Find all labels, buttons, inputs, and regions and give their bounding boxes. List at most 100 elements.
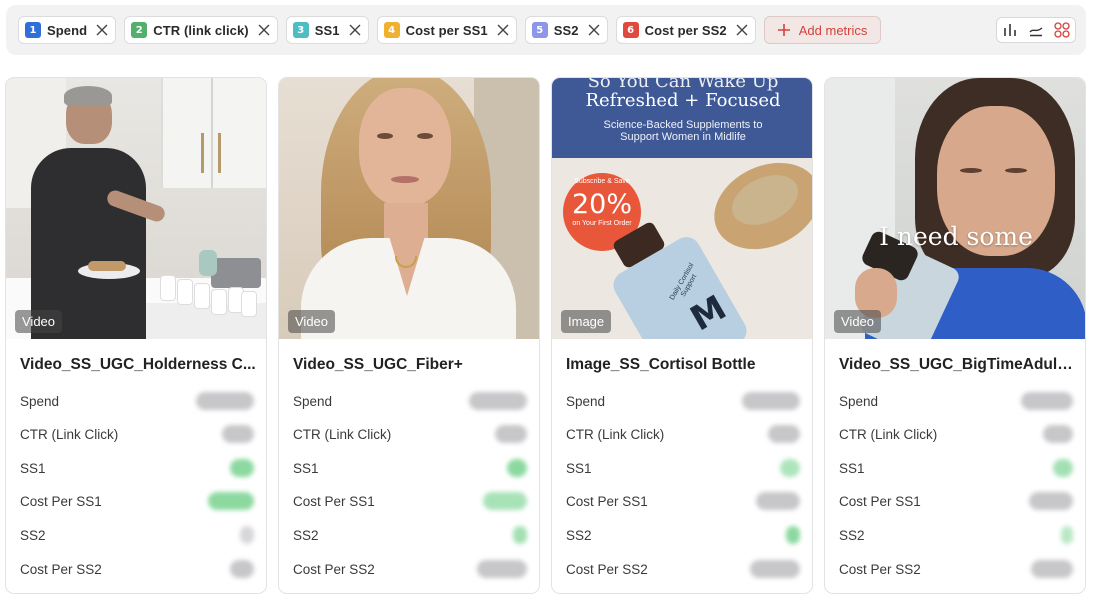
metric-chip-label: CTR (link click) [153, 22, 249, 38]
close-icon[interactable] [96, 24, 108, 36]
media-type-badge: Video [834, 310, 882, 333]
metric-chip-ctr[interactable]: 2 CTR (link click) [124, 16, 278, 44]
metric-value-blurred [1031, 560, 1073, 578]
ad-thumbnail[interactable]: I need some Video [825, 78, 1085, 339]
video-caption: I need some [879, 222, 1033, 251]
ad-thumbnail[interactable]: So You Can Wake Up Refreshed + Focused S… [552, 78, 812, 339]
metric-label: Spend [293, 393, 333, 409]
metric-chip-label: Spend [47, 22, 88, 38]
ad-subtext-line2: Support Women in Midlife [620, 131, 746, 143]
metric-label: SS2 [293, 527, 319, 543]
metric-row: SS2 [566, 524, 800, 546]
metric-number-badge: 1 [25, 22, 41, 38]
metric-value-blurred [222, 425, 254, 443]
metric-label: Cost Per SS1 [839, 493, 921, 509]
metric-label: SS1 [20, 460, 46, 476]
close-icon[interactable] [349, 24, 361, 36]
add-metrics-button[interactable]: Add metrics [763, 16, 882, 44]
metric-label: Cost Per SS1 [566, 493, 648, 509]
metric-row: Spend [20, 390, 254, 412]
metric-row: Cost Per SS2 [839, 558, 1073, 580]
metric-chip-spend[interactable]: 1 Spend [18, 16, 117, 44]
metric-value-blurred [477, 560, 527, 578]
ad-name[interactable]: Video_SS_UGC_Holderness C... [20, 356, 256, 374]
ad-subtext-line1: Science-Backed Supplements to [603, 119, 763, 131]
metric-value-blurred [240, 526, 254, 544]
metric-row: Spend [566, 390, 800, 412]
metric-row: SS1 [566, 457, 800, 479]
ad-thumbnail[interactable]: Video [6, 78, 266, 339]
media-type-badge: Image [561, 310, 612, 333]
metric-label: CTR (Link Click) [839, 426, 938, 442]
metric-chip-cost-per-ss1[interactable]: 4 Cost per SS1 [376, 16, 517, 44]
metric-chip-cost-per-ss2[interactable]: 6 Cost per SS2 [615, 16, 756, 44]
metric-value-blurred [1053, 459, 1073, 477]
metric-label: Cost Per SS2 [566, 561, 648, 577]
metric-row: CTR (Link Click) [566, 423, 800, 445]
metric-label: SS2 [20, 527, 46, 543]
ad-thumbnail[interactable]: Video [279, 78, 539, 339]
metric-label: Cost Per SS1 [20, 493, 102, 509]
grid-view-button[interactable] [1049, 18, 1075, 42]
metric-row: Cost Per SS1 [293, 490, 527, 512]
metric-chip-label: SS2 [553, 22, 579, 38]
metric-value-blurred [742, 392, 800, 410]
metrics-toolbar: 1 Spend 2 CTR (link click) 3 SS1 4 Cost … [6, 5, 1086, 55]
metric-number-badge: 6 [622, 22, 639, 38]
metric-row: SS1 [20, 457, 254, 479]
metric-value-blurred [1029, 492, 1073, 510]
metric-value-blurred [1061, 526, 1073, 544]
close-icon[interactable] [736, 24, 748, 36]
metric-row: Cost Per SS2 [20, 558, 254, 580]
metric-value-blurred [768, 425, 800, 443]
close-icon[interactable] [258, 24, 270, 36]
metric-row: Spend [293, 390, 527, 412]
metric-row: SS1 [839, 457, 1073, 479]
ad-card[interactable]: So You Can Wake Up Refreshed + Focused S… [551, 77, 813, 594]
metric-label: CTR (Link Click) [293, 426, 392, 442]
metric-label: Cost Per SS1 [293, 493, 375, 509]
ad-name[interactable]: Video_SS_UGC_BigTimeAdult... [839, 356, 1075, 374]
metric-value-blurred [513, 526, 527, 544]
grid-icon [1054, 22, 1070, 38]
metric-row: Cost Per SS1 [839, 490, 1073, 512]
metric-row: SS1 [293, 457, 527, 479]
bar-chart-view-button[interactable] [997, 18, 1023, 42]
line-chart-icon [1029, 27, 1043, 37]
metric-row: SS2 [20, 524, 254, 546]
metric-value-blurred [786, 526, 800, 544]
metric-row: Cost Per SS1 [566, 490, 800, 512]
bar-chart-icon [1004, 24, 1016, 36]
metric-chip-ss2[interactable]: 5 SS2 [524, 16, 608, 44]
metric-chip-ss1[interactable]: 3 SS1 [285, 16, 369, 44]
metric-number-badge: 3 [292, 22, 309, 38]
metric-chip-label: Cost per SS1 [405, 22, 488, 38]
badge-percent: 20% [571, 189, 632, 220]
metric-value-blurred [780, 459, 800, 477]
ad-card[interactable]: Video Video_SS_UGC_Holderness C... Spend… [5, 77, 267, 594]
metric-value-blurred [208, 492, 254, 510]
ad-name[interactable]: Image_SS_Cortisol Bottle [566, 356, 802, 374]
media-type-badge: Video [15, 310, 63, 333]
metric-chip-label: SS1 [314, 22, 340, 38]
metric-number-badge: 4 [383, 22, 400, 38]
metric-row: Spend [839, 390, 1073, 412]
metric-label: Cost Per SS2 [20, 561, 102, 577]
metric-value-blurred [1021, 392, 1073, 410]
ad-card[interactable]: I need some Video Video_SS_UGC_BigTimeAd… [824, 77, 1086, 594]
metric-value-blurred [469, 392, 527, 410]
close-icon[interactable] [497, 24, 509, 36]
line-chart-view-button[interactable] [1023, 18, 1049, 42]
view-toggle [996, 17, 1076, 43]
metric-label: Spend [20, 393, 60, 409]
ad-headline-bottom: Refreshed + Focused [585, 90, 781, 111]
metric-label: SS1 [839, 460, 865, 476]
plus-icon [777, 23, 791, 37]
badge-top-text: Subscribe & Save [574, 178, 630, 185]
metric-label: Cost Per SS2 [293, 561, 375, 577]
close-icon[interactable] [588, 24, 600, 36]
ad-name[interactable]: Video_SS_UGC_Fiber+ [293, 356, 529, 374]
metric-label: SS2 [839, 527, 865, 543]
metric-value-blurred [495, 425, 527, 443]
ad-card[interactable]: Video Video_SS_UGC_Fiber+ Spend CTR (Lin… [278, 77, 540, 594]
